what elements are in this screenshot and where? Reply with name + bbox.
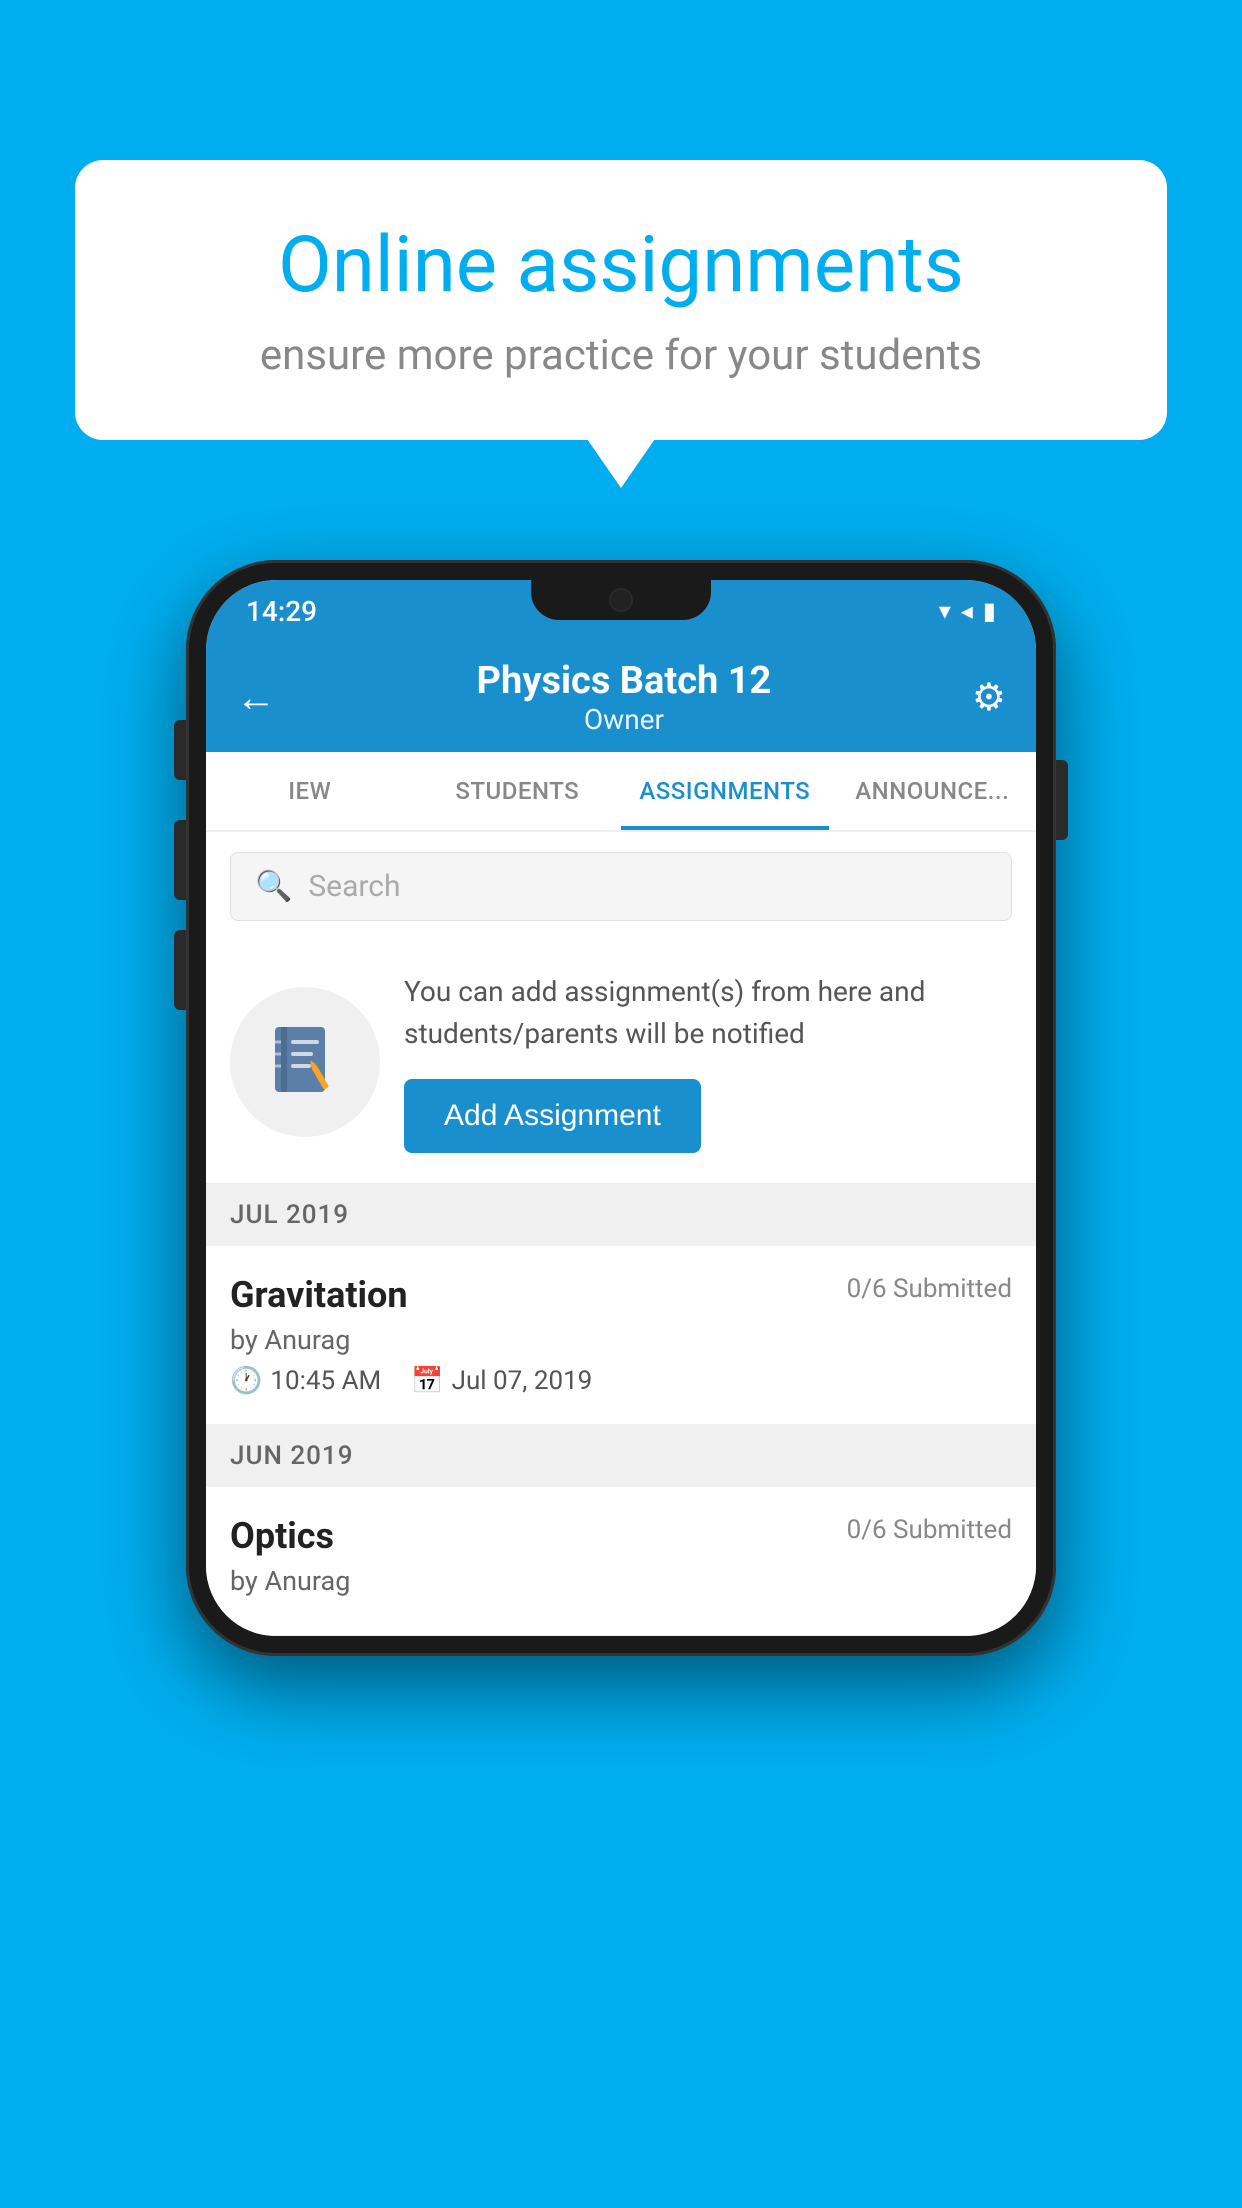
meta-date: 📅 Jul 07, 2019 bbox=[411, 1366, 592, 1396]
battery-icon: ▮ bbox=[983, 597, 996, 625]
header-subtitle: Owner bbox=[276, 703, 972, 736]
assignment-by: by Anurag bbox=[230, 1324, 1012, 1356]
signal-icon: ◂ bbox=[961, 597, 973, 625]
section-header-jun: JUN 2019 bbox=[206, 1425, 1036, 1487]
meta-time: 🕐 10:45 AM bbox=[230, 1366, 381, 1396]
speech-bubble: Online assignments ensure more practice … bbox=[75, 160, 1167, 440]
calendar-icon: 📅 bbox=[411, 1366, 443, 1396]
assignment-time: 10:45 AM bbox=[270, 1366, 381, 1396]
speech-bubble-container: Online assignments ensure more practice … bbox=[75, 160, 1167, 440]
notebook-icon bbox=[265, 1022, 345, 1102]
speech-bubble-title: Online assignments bbox=[155, 220, 1087, 311]
wifi-icon: ▾ bbox=[939, 597, 951, 625]
assignment-item-optics-top: Optics 0/6 Submitted bbox=[230, 1515, 1012, 1557]
search-placeholder: Search bbox=[308, 869, 400, 904]
assignment-submitted: 0/6 Submitted bbox=[847, 1274, 1012, 1304]
assignment-date: Jul 07, 2019 bbox=[452, 1366, 593, 1396]
assignment-item-top: Gravitation 0/6 Submitted bbox=[230, 1274, 1012, 1316]
phone-side-button-left-1 bbox=[174, 720, 186, 780]
add-assignment-description: You can add assignment(s) from here and … bbox=[404, 971, 1012, 1055]
phone-screen: 14:29 ▾ ◂ ▮ ← Physics Batch 12 Owner ⚙ bbox=[206, 580, 1036, 1636]
tab-announcements[interactable]: ANNOUNCE... bbox=[829, 752, 1037, 830]
assignment-item-optics[interactable]: Optics 0/6 Submitted by Anurag bbox=[206, 1487, 1036, 1636]
clock-icon: 🕐 bbox=[230, 1366, 262, 1396]
assignment-name: Gravitation bbox=[230, 1274, 408, 1316]
settings-icon[interactable]: ⚙ bbox=[972, 675, 1006, 720]
assignment-submitted-optics: 0/6 Submitted bbox=[847, 1515, 1012, 1545]
tab-iew[interactable]: IEW bbox=[206, 752, 414, 830]
phone-device: 14:29 ▾ ◂ ▮ ← Physics Batch 12 Owner ⚙ bbox=[186, 560, 1056, 1656]
app-header: ← Physics Batch 12 Owner ⚙ bbox=[206, 642, 1036, 752]
add-assignment-card: You can add assignment(s) from here and … bbox=[206, 941, 1036, 1184]
status-icons: ▾ ◂ ▮ bbox=[939, 597, 996, 625]
search-bar[interactable]: 🔍 Search bbox=[230, 852, 1012, 921]
phone-camera bbox=[609, 588, 633, 612]
phone-side-button-left-3 bbox=[174, 930, 186, 1010]
search-container: 🔍 Search bbox=[206, 832, 1036, 941]
header-center: Physics Batch 12 Owner bbox=[276, 659, 972, 736]
phone-side-button-left-2 bbox=[174, 820, 186, 900]
assignment-item-gravitation[interactable]: Gravitation 0/6 Submitted by Anurag 🕐 10… bbox=[206, 1246, 1036, 1425]
phone-outer: 14:29 ▾ ◂ ▮ ← Physics Batch 12 Owner ⚙ bbox=[186, 560, 1056, 1656]
tab-assignments[interactable]: ASSIGNMENTS bbox=[621, 752, 829, 830]
add-assignment-button[interactable]: Add Assignment bbox=[404, 1079, 701, 1153]
assignment-by-optics: by Anurag bbox=[230, 1565, 1012, 1597]
back-button[interactable]: ← bbox=[236, 674, 276, 721]
speech-bubble-subtitle: ensure more practice for your students bbox=[155, 331, 1087, 380]
assignment-meta: 🕐 10:45 AM 📅 Jul 07, 2019 bbox=[230, 1366, 1012, 1396]
phone-side-button-right bbox=[1056, 760, 1068, 840]
status-time: 14:29 bbox=[246, 595, 317, 628]
assignment-name-optics: Optics bbox=[230, 1515, 334, 1557]
tab-students[interactable]: STUDENTS bbox=[414, 752, 622, 830]
assignment-icon-circle bbox=[230, 987, 380, 1137]
section-header-jul: JUL 2019 bbox=[206, 1184, 1036, 1246]
search-icon: 🔍 bbox=[255, 869, 292, 904]
tab-bar: IEW STUDENTS ASSIGNMENTS ANNOUNCE... bbox=[206, 752, 1036, 832]
header-title: Physics Batch 12 bbox=[276, 659, 972, 703]
add-assignment-text: You can add assignment(s) from here and … bbox=[404, 971, 1012, 1153]
